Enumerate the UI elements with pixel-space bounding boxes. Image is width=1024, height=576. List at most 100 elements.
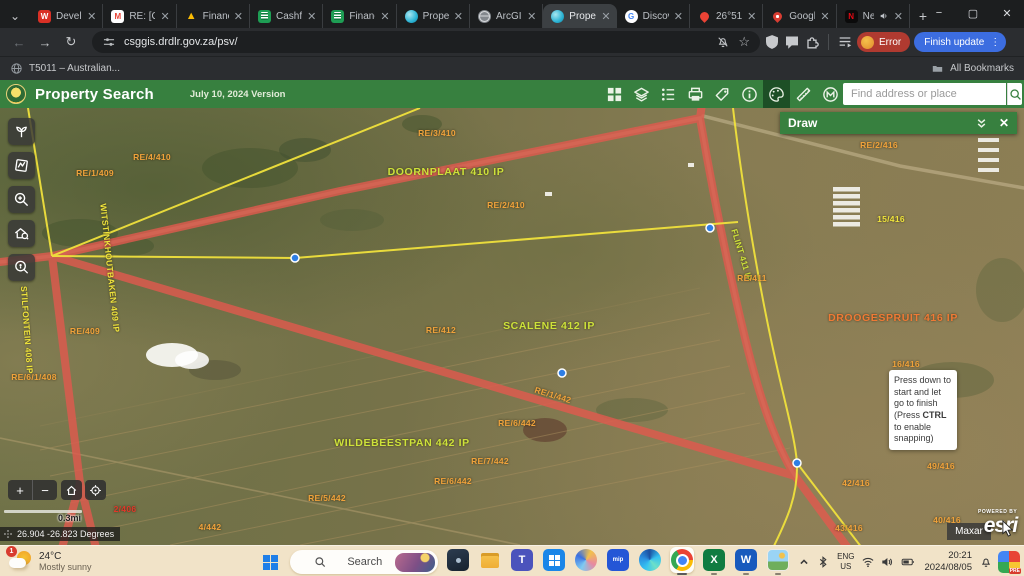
tool-place-search[interactable] — [8, 254, 35, 281]
browser-tab[interactable]: Ne ✕ — [837, 4, 910, 28]
taskbar-teams[interactable] — [510, 549, 534, 575]
mapillary-button[interactable] — [817, 80, 844, 108]
browser-tab[interactable]: Prope ✕ — [543, 4, 616, 28]
info-button[interactable] — [736, 80, 763, 108]
draw-panel-close-icon[interactable]: ✕ — [999, 116, 1009, 130]
browser-tab[interactable]: Financ ✕ — [323, 4, 396, 28]
extension-shield-icon[interactable] — [764, 34, 780, 50]
bluetooth-icon[interactable] — [816, 555, 830, 569]
tab-close-icon[interactable]: ✕ — [820, 10, 829, 23]
bookmark-star-icon[interactable]: ☆ — [738, 34, 750, 50]
tab-close-icon[interactable]: ✕ — [601, 10, 610, 23]
address-bar[interactable]: csggis.drdlr.gov.za/psv/ ☆ — [92, 31, 760, 53]
tool-erf-search[interactable] — [8, 186, 35, 213]
notifications-blocked-icon[interactable] — [716, 35, 730, 49]
back-button[interactable]: ← — [8, 31, 30, 53]
taskbar-file-explorer[interactable] — [478, 549, 502, 575]
window-minimize-button[interactable]: − — [922, 0, 956, 26]
browser-tab[interactable]: Financ ✕ — [177, 4, 250, 28]
taskbar-photos[interactable] — [766, 549, 790, 575]
taskbar-edge[interactable] — [638, 549, 662, 575]
taskbar-copilot[interactable] — [574, 549, 598, 575]
browser-tab[interactable]: ArcGI ✕ — [470, 4, 543, 28]
site-settings-icon[interactable] — [102, 35, 116, 49]
browser-tab[interactable]: Discov ✕ — [617, 4, 690, 28]
tab-label: Cashfl — [276, 11, 302, 22]
basemap-gallery-button[interactable] — [601, 80, 628, 108]
window-maximize-button[interactable]: ▢ — [956, 0, 990, 26]
draw-button[interactable] — [763, 80, 790, 108]
tab-close-icon[interactable]: ✕ — [674, 10, 683, 23]
tool-land-capability[interactable] — [8, 118, 35, 145]
browser-menu-kebab-icon[interactable]: ⋮ — [990, 37, 1000, 48]
zoom-out-button[interactable]: − — [33, 480, 57, 500]
locate-button[interactable] — [85, 480, 106, 500]
volume-icon[interactable] — [880, 555, 894, 569]
browser-tab[interactable]: Cashfl ✕ — [250, 4, 323, 28]
tray-chevron-up-icon[interactable] — [797, 555, 811, 569]
tab-close-icon[interactable]: ✕ — [87, 10, 96, 23]
taskbar-taskview[interactable] — [446, 549, 470, 575]
taskbar-store[interactable] — [542, 549, 566, 575]
browser-tab[interactable]: Devel ✕ — [30, 4, 103, 28]
extensions-puzzle-icon[interactable] — [804, 34, 820, 50]
notifications-bell-icon[interactable] — [979, 555, 993, 569]
app-icon — [575, 549, 597, 571]
profile-error-button[interactable]: Error — [857, 32, 910, 52]
language-indicator[interactable]: ENGUS — [835, 552, 856, 570]
taskbar-excel[interactable] — [702, 549, 726, 575]
weather-widget[interactable]: 1 24°C Mostly sunny — [8, 549, 92, 574]
reading-list-icon[interactable] — [837, 34, 853, 50]
clock[interactable]: 20:21 2024/08/05 — [922, 550, 974, 574]
tab-label: Devel — [56, 11, 82, 22]
tab-favicon — [698, 10, 711, 23]
search-label: Search — [347, 556, 387, 568]
measure-button[interactable] — [790, 80, 817, 108]
tab-close-icon[interactable]: ✕ — [234, 10, 243, 23]
select-parcel-button[interactable] — [709, 80, 736, 108]
home-button[interactable] — [61, 480, 82, 500]
tab-search-chevron-icon[interactable]: ⌄ — [0, 4, 30, 28]
tab-label: Prope — [569, 11, 596, 22]
forward-button[interactable]: → — [34, 31, 56, 53]
parcel-label: DROOGESPRUIT 416 IP — [828, 312, 958, 324]
taskbar-chrome[interactable] — [670, 549, 694, 575]
reload-button[interactable]: ↻ — [60, 31, 82, 53]
zoom-in-button[interactable]: + — [8, 480, 33, 500]
tab-close-icon[interactable]: ✕ — [160, 10, 169, 23]
draw-panel-collapse-icon[interactable] — [974, 116, 989, 131]
tab-close-icon[interactable]: ✕ — [894, 10, 903, 23]
window-close-button[interactable]: ✕ — [990, 0, 1024, 26]
taskbar-word[interactable] — [734, 549, 758, 575]
tab-audio-icon[interactable] — [879, 11, 889, 21]
bookmark-item[interactable]: T5011 – Australian... — [10, 62, 120, 75]
tab-close-icon[interactable]: ✕ — [454, 10, 463, 23]
extension-chat-icon[interactable] — [784, 34, 800, 50]
browser-tab[interactable]: Googl ✕ — [763, 4, 836, 28]
print-button[interactable] — [682, 80, 709, 108]
wifi-icon[interactable] — [861, 555, 875, 569]
start-button[interactable] — [258, 550, 282, 574]
parcel-label: 2/406 — [114, 504, 137, 514]
browser-tab[interactable]: 26°51' ✕ — [690, 4, 763, 28]
map-canvas[interactable]: RE/4/410 RE/1/409 RE/3/410 DOORNPLAAT 41… — [0, 108, 1024, 545]
browser-tab[interactable]: RE: [C ✕ — [103, 4, 176, 28]
all-bookmarks-button[interactable]: All Bookmarks — [931, 62, 1014, 75]
layers-button[interactable] — [628, 80, 655, 108]
browser-tab[interactable]: Prope ✕ — [397, 4, 470, 28]
tool-farm-search[interactable] — [8, 220, 35, 247]
tab-close-icon[interactable]: ✕ — [527, 10, 536, 23]
taskbar-search[interactable]: Search — [290, 550, 438, 574]
tool-field-crops[interactable] — [8, 152, 35, 179]
address-search-button[interactable] — [1007, 83, 1022, 105]
address-search-input[interactable] — [843, 83, 1006, 105]
tab-close-icon[interactable]: ✕ — [747, 10, 756, 23]
tab-close-icon[interactable]: ✕ — [380, 10, 389, 23]
legend-button[interactable] — [655, 80, 682, 108]
tab-close-icon[interactable]: ✕ — [307, 10, 316, 23]
taskbar-mip-app[interactable] — [606, 549, 630, 575]
battery-icon[interactable] — [899, 555, 917, 569]
finish-update-button[interactable]: Finish update ⋮ — [914, 32, 1006, 52]
screen-capture-pre-icon[interactable] — [998, 551, 1020, 573]
browser-tabs: Devel ✕ RE: [C ✕ Financ ✕ — [30, 0, 910, 28]
